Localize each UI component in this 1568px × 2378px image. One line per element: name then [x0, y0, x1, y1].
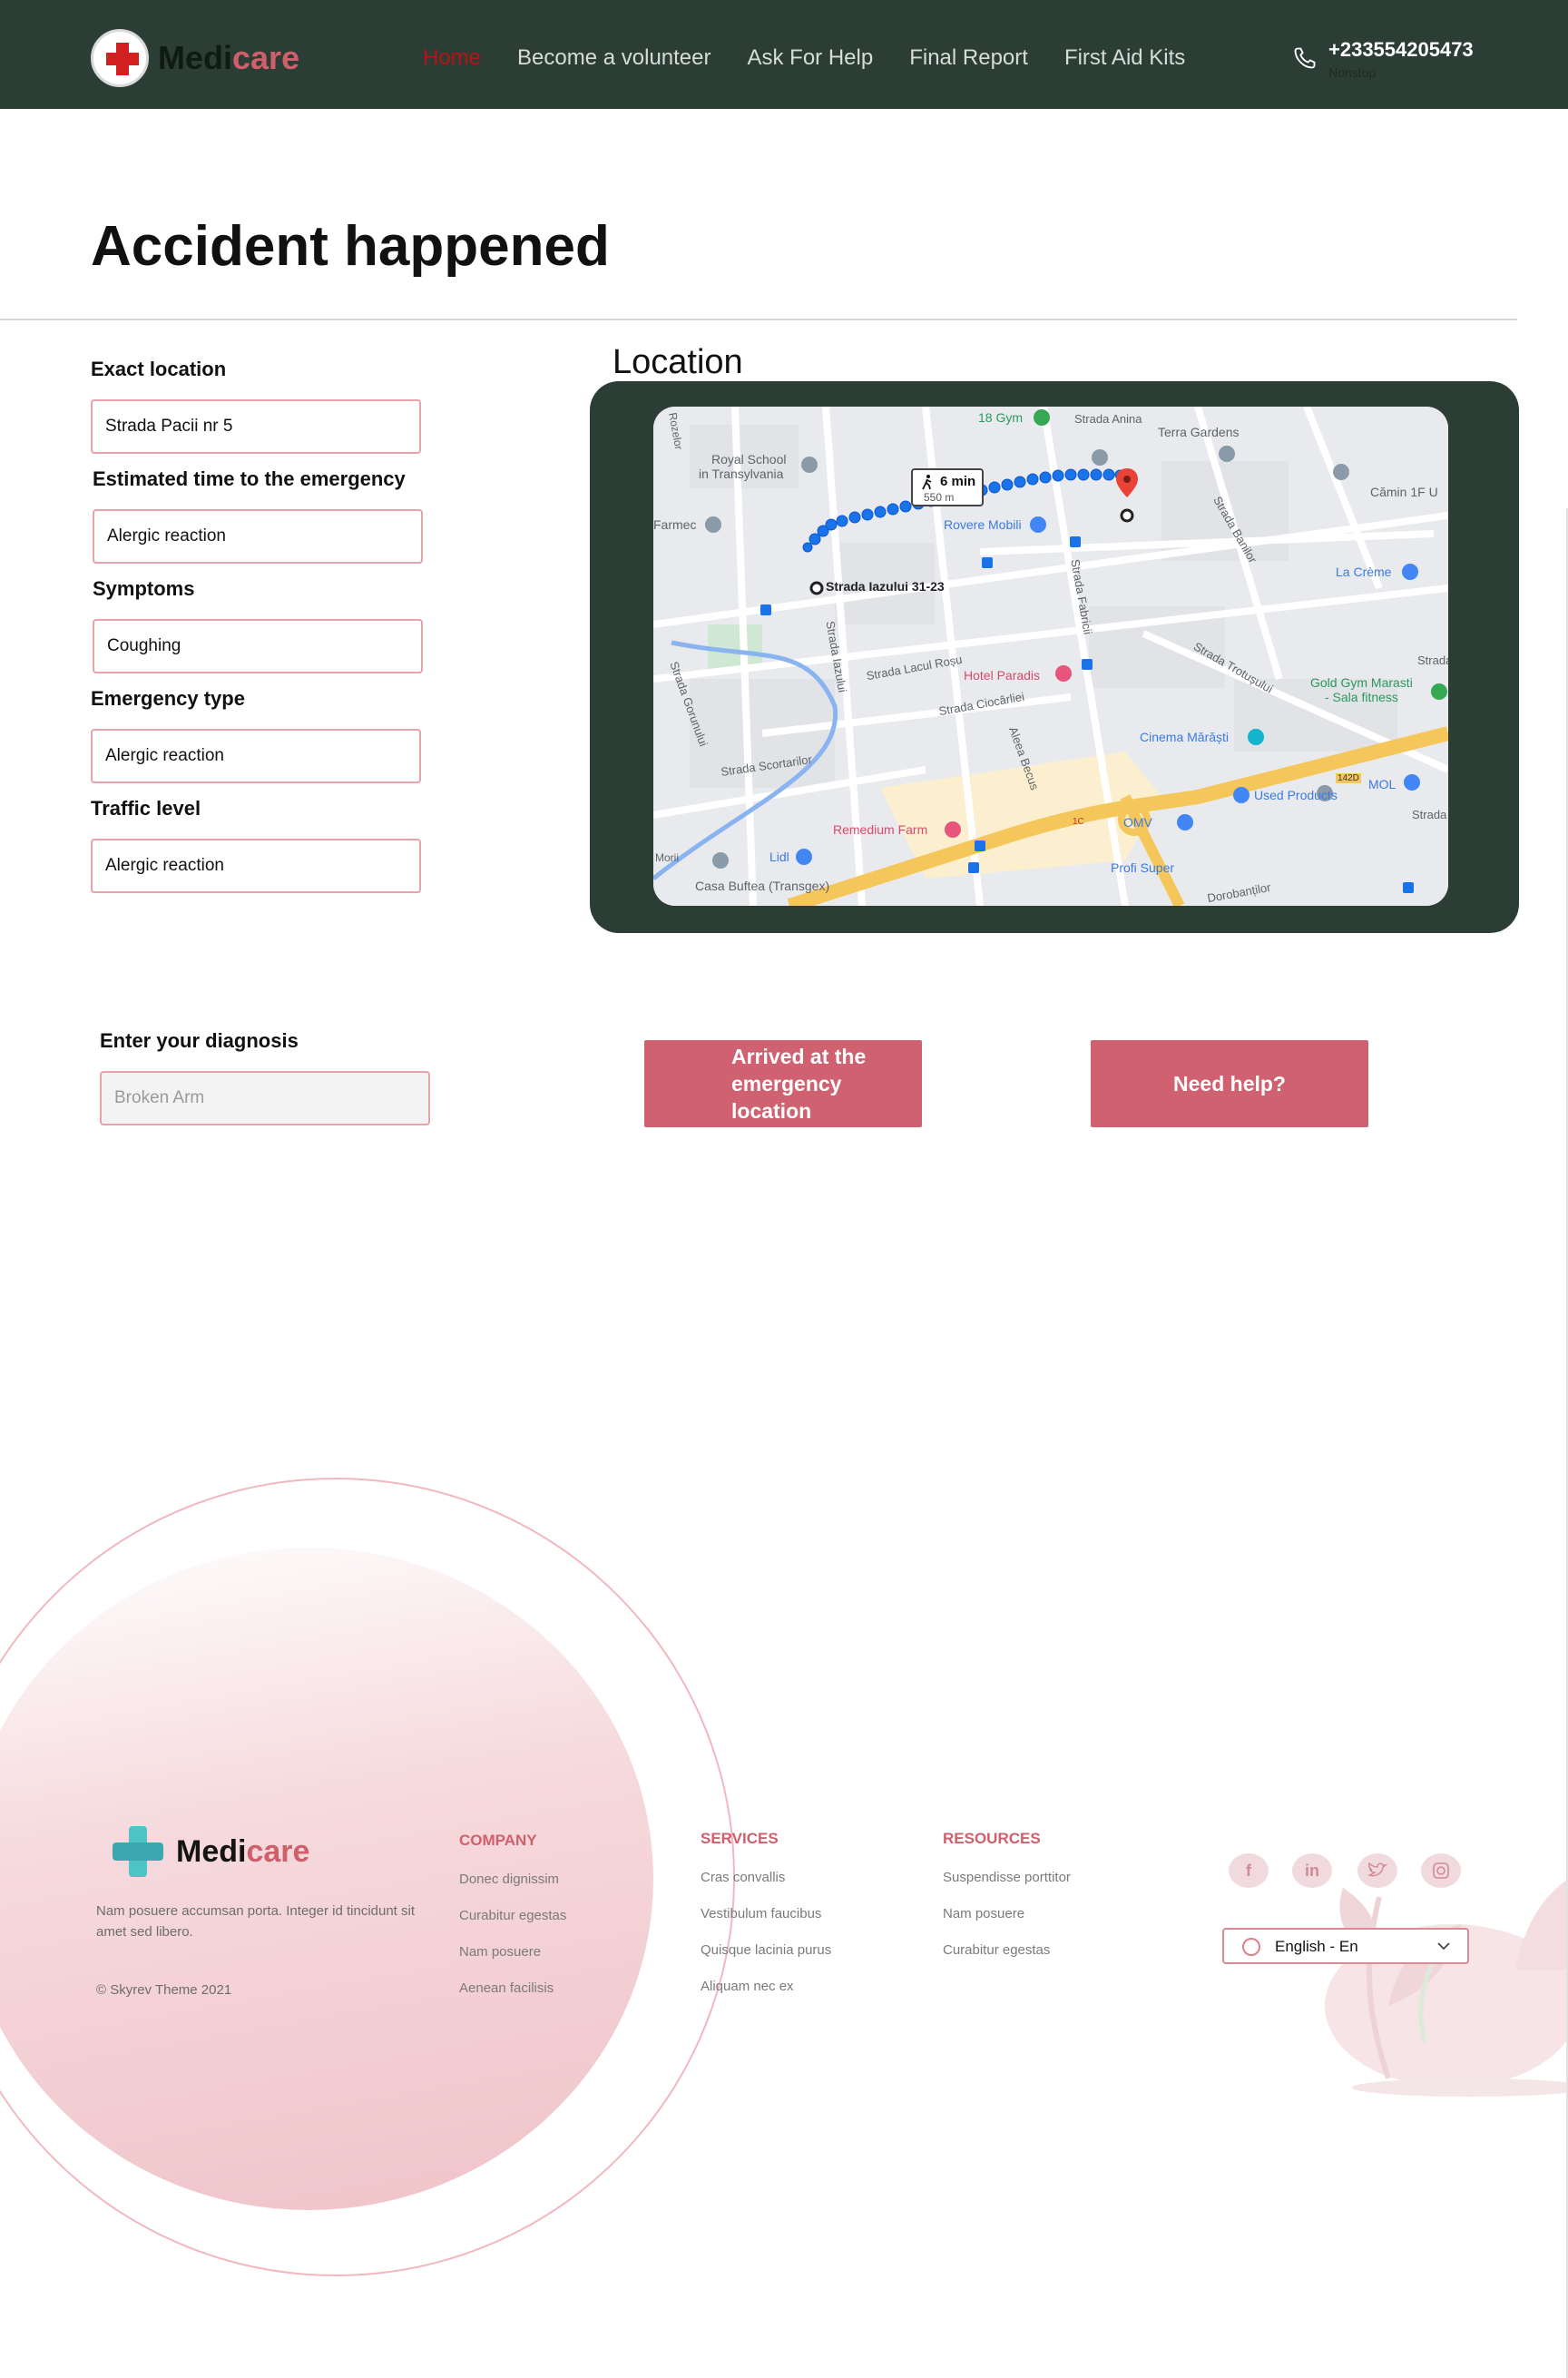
site-header: Medicare Home Become a volunteer Ask For…: [0, 0, 1568, 109]
instagram-icon[interactable]: [1421, 1853, 1461, 1888]
nav-become-volunteer[interactable]: Become a volunteer: [517, 45, 710, 71]
map-label: Hotel Paradis: [964, 668, 1041, 683]
emergency-type-label: Emergency type: [91, 687, 245, 710]
map-canvas: [653, 407, 1448, 906]
map-label: Strada Iazului 31-23: [826, 579, 945, 594]
diagnosis-input[interactable]: Broken Arm: [100, 1071, 430, 1125]
location-title: Location: [612, 343, 743, 381]
map-label: in Transylvania: [699, 467, 784, 481]
map-label: Royal School: [711, 452, 787, 467]
walk-time: 6 min: [940, 474, 976, 489]
brand-name-part1: Medi: [158, 39, 233, 76]
map-label: Profi Super: [1111, 860, 1175, 875]
map-label: - Sala fitness: [1325, 690, 1398, 704]
map-label: Strada: [1417, 653, 1448, 667]
footer-brand-part2: care: [246, 1833, 310, 1869]
exact-location-input[interactable]: Strada Pacii nr 5: [91, 399, 421, 454]
footer-logo[interactable]: Medicare: [111, 1824, 309, 1879]
arrived-button-label: Arrived at the emergency location: [731, 1045, 867, 1123]
chevron-down-icon: [1437, 1942, 1450, 1951]
linkedin-icon[interactable]: in: [1292, 1853, 1332, 1888]
medical-cross-icon: [111, 1824, 165, 1879]
need-help-button[interactable]: Need help?: [1091, 1040, 1368, 1127]
footer-services-title: SERVICES: [701, 1830, 779, 1847]
footer-resources-link[interactable]: Nam posuere: [943, 1906, 1024, 1921]
traffic-level-label: Traffic level: [91, 797, 201, 820]
footer-brand-name: Medicare: [176, 1834, 309, 1870]
map-label: Cămin 1F U: [1370, 485, 1438, 499]
map-label: Casa Buftea (Transgex): [695, 879, 830, 893]
footer-resources-link[interactable]: Suspendisse porttitor: [943, 1870, 1071, 1885]
estimated-time-label: Estimated time to the emergency: [93, 467, 406, 490]
road-badge: 1C: [1073, 817, 1084, 827]
twitter-icon[interactable]: [1357, 1853, 1397, 1888]
footer-services-link[interactable]: Quisque lacinia purus: [701, 1942, 831, 1958]
footer-services-link[interactable]: Vestibulum faucibus: [701, 1906, 821, 1921]
language-value: English - En: [1275, 1938, 1358, 1955]
footer-copyright: © Skyrev Theme 2021: [96, 1982, 232, 1998]
arrived-at-location-button[interactable]: Arrived at the emergency location: [644, 1040, 922, 1127]
map-label: Farmec: [653, 517, 697, 532]
map-label: MOL: [1368, 777, 1396, 791]
footer-resources-link[interactable]: Curabitur egestas: [943, 1942, 1050, 1958]
footer-company-link[interactable]: Aenean facilisis: [459, 1980, 554, 1996]
brand-name: Medicare: [158, 39, 299, 77]
footer-services-link[interactable]: Cras convallis: [701, 1870, 785, 1885]
map-label: La Crème: [1336, 565, 1392, 579]
symptoms-label: Symptoms: [93, 577, 195, 600]
language-select[interactable]: English - En: [1222, 1928, 1469, 1964]
title-divider: [0, 319, 1517, 320]
emergency-type-input[interactable]: Alergic reaction: [91, 729, 421, 783]
diagnosis-label: Enter your diagnosis: [100, 1029, 299, 1052]
map-label: OMV: [1123, 815, 1152, 830]
footer-company-title: COMPANY: [459, 1832, 537, 1849]
map-label: Remedium Farm: [833, 822, 928, 837]
map-label: Strada Anina: [1074, 412, 1142, 426]
footer-description: Nam posuere accumsan porta. Integer id t…: [96, 1903, 416, 1940]
estimated-time-input[interactable]: Alergic reaction: [93, 509, 423, 564]
footer-company-link[interactable]: Donec dignissim: [459, 1872, 559, 1887]
map-label: Gold Gym Marasti: [1310, 675, 1413, 690]
traffic-level-input[interactable]: Alergic reaction: [91, 839, 421, 893]
need-help-button-label: Need help?: [1173, 1071, 1286, 1096]
nav-ask-for-help[interactable]: Ask For Help: [748, 45, 874, 71]
footer-company-link[interactable]: Curabitur egestas: [459, 1908, 566, 1923]
nav-final-report[interactable]: Final Report: [909, 45, 1028, 71]
map-label: Used Products: [1254, 788, 1338, 802]
map-label: Lidl: [769, 850, 789, 864]
exact-location-label: Exact location: [91, 358, 227, 380]
footer-resources-title: RESOURCES: [943, 1830, 1041, 1847]
map-view[interactable]: 6 min 550 m 18 Gym Strada Anina Royal Sc…: [653, 407, 1448, 906]
map-label: Morii: [655, 851, 679, 864]
map-label: Strada: [1412, 808, 1447, 821]
map-label: Cinema Mărăști: [1140, 730, 1230, 744]
phone-icon: [1294, 47, 1316, 69]
brand-name-part2: care: [232, 39, 300, 76]
footer-brand-part1: Medi: [176, 1833, 247, 1869]
brand-logo[interactable]: Medicare: [91, 29, 299, 87]
page-title: Accident happened: [91, 215, 610, 278]
symptoms-input[interactable]: Coughing: [93, 619, 423, 673]
map-label: Rovere Mobili: [944, 517, 1022, 532]
facebook-icon[interactable]: f: [1229, 1853, 1269, 1888]
footer-company-link[interactable]: Nam posuere: [459, 1944, 541, 1960]
nav-home[interactable]: Home: [423, 45, 481, 71]
phone-number: +233554205473: [1328, 38, 1474, 61]
walk-distance: 550 m: [924, 491, 955, 504]
red-cross-icon: [91, 29, 149, 87]
road-badge: 142D: [1336, 773, 1361, 783]
walking-icon: [922, 475, 932, 490]
footer-services-link[interactable]: Aliquam nec ex: [701, 1979, 794, 1994]
map-label: 18 Gym: [978, 410, 1024, 425]
main-nav: Home Become a volunteer Ask For Help Fin…: [423, 45, 1221, 71]
phone-availability: Nonstop: [1328, 65, 1377, 80]
globe-icon: [1242, 1938, 1260, 1956]
walk-time-box: 6 min 550 m: [911, 468, 984, 506]
nav-first-aid-kits[interactable]: First Aid Kits: [1064, 45, 1185, 71]
map-label: Terra Gardens: [1158, 425, 1240, 439]
